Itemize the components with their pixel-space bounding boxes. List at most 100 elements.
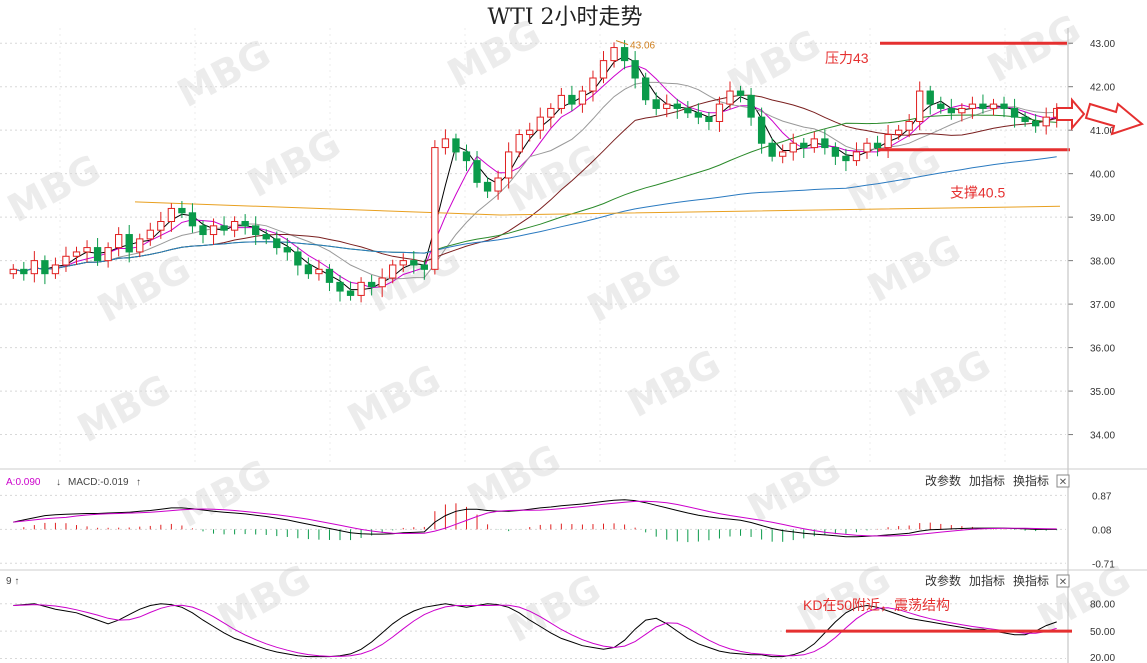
candlestick xyxy=(167,203,176,232)
candlestick xyxy=(325,264,334,292)
tick-label: 20.00 xyxy=(1090,653,1115,663)
candlestick xyxy=(863,138,871,159)
tick-label: 0.08 xyxy=(1092,525,1112,536)
candlestick xyxy=(336,274,344,302)
resistance-label: 压力43 xyxy=(825,50,869,66)
peak-pointer xyxy=(615,40,629,46)
kdj-label: 9 ↑ xyxy=(6,576,19,587)
candlestick xyxy=(842,148,850,172)
candlestick xyxy=(568,85,576,112)
candlestick xyxy=(631,51,639,89)
tick-label: 42.00 xyxy=(1090,83,1115,94)
tick-label: 37.00 xyxy=(1090,300,1115,311)
candlestick xyxy=(810,131,818,153)
watermark-text: MBG xyxy=(240,121,347,206)
watermark-text: MBG xyxy=(210,556,317,641)
candlestick xyxy=(800,138,808,159)
macd-dea-line xyxy=(13,500,1057,537)
tick-label: 80.00 xyxy=(1090,600,1115,611)
tick-label: -0.71 xyxy=(1092,559,1115,570)
change-params-button-kdj[interactable]: 改参数 xyxy=(925,573,961,588)
watermark-text: MBG xyxy=(360,236,467,321)
candlestick xyxy=(652,92,660,116)
candlestick xyxy=(9,264,17,279)
change-params-button-macd[interactable]: 改参数 xyxy=(925,473,961,488)
candlestick xyxy=(230,216,239,238)
swap-indicator-button-macd[interactable]: 换指标 xyxy=(1013,473,1049,488)
macd-grid xyxy=(0,494,1066,564)
tick-label: 40.00 xyxy=(1090,170,1115,181)
peak-label: 43.06 xyxy=(630,41,655,52)
candlestick xyxy=(673,98,681,119)
candlestick xyxy=(979,94,987,114)
candlestick xyxy=(1031,114,1040,133)
candlestick xyxy=(852,142,861,166)
tick-label: 36.00 xyxy=(1090,344,1115,355)
watermark-text: MBG xyxy=(340,356,447,441)
candlestick xyxy=(294,246,302,276)
candlestick xyxy=(346,281,355,301)
candlestick xyxy=(441,129,450,155)
candlestick xyxy=(684,101,692,119)
macd-label-value: A:0.090 xyxy=(6,477,41,488)
watermark-text: MBG xyxy=(860,226,967,311)
candlestick xyxy=(62,246,70,272)
watermark-text: MBG xyxy=(460,436,567,521)
candlestick xyxy=(241,214,249,235)
macd-dif-line xyxy=(13,499,1057,538)
watermark-text: MBG xyxy=(720,21,827,106)
candlestick xyxy=(20,261,28,281)
watermark-text: MBG xyxy=(580,246,687,331)
watermark-text: MBG xyxy=(890,341,997,426)
kdj-axis: 80.00 50.00 20.00 xyxy=(1090,600,1115,663)
watermark-text: MBG xyxy=(170,451,277,536)
candlestick xyxy=(937,96,945,114)
candlestick xyxy=(115,227,123,257)
watermark-text: MBG xyxy=(980,6,1087,91)
tick-label: 0.87 xyxy=(1092,491,1112,502)
add-indicator-button-kdj[interactable]: 加指标 xyxy=(969,573,1005,588)
macd-lines xyxy=(13,499,1057,538)
candlestick xyxy=(578,85,587,113)
swap-indicator-button-kdj[interactable]: 换指标 xyxy=(1013,573,1049,588)
candlestick xyxy=(926,85,934,115)
close-icon[interactable]: ✕ xyxy=(1056,474,1070,488)
watermark-text: MBG xyxy=(740,446,847,531)
candlestick xyxy=(610,42,618,68)
candlestick xyxy=(188,203,197,233)
candlestick xyxy=(199,220,207,244)
arrow-right-icon xyxy=(1056,97,1086,131)
candlestick xyxy=(483,177,492,199)
watermark-text: MBG xyxy=(70,366,177,451)
candlestick xyxy=(526,122,534,142)
candlestick xyxy=(694,103,703,125)
watermark-text: MBG xyxy=(620,341,727,426)
candlestick xyxy=(642,72,650,105)
candlestick xyxy=(252,216,260,245)
candlestick xyxy=(1000,96,1008,118)
arrow-up-icon: ↑ xyxy=(136,477,141,488)
candlestick xyxy=(536,107,544,139)
watermark-text: MBG xyxy=(500,566,607,651)
candlestick xyxy=(494,170,502,200)
macd-axis: 0.87 0.08 -0.71 xyxy=(1092,491,1115,570)
tick-label: 34.00 xyxy=(1090,431,1115,442)
candlestick xyxy=(452,133,460,161)
candlestick xyxy=(831,142,840,165)
candlestick xyxy=(1042,107,1050,135)
candlestick xyxy=(104,242,112,268)
candlestick xyxy=(947,98,955,120)
tick-label: 39.00 xyxy=(1090,213,1115,224)
add-indicator-button-macd[interactable]: 加指标 xyxy=(969,473,1005,488)
svg-text:✕: ✕ xyxy=(1059,477,1067,488)
chart: WTI 2小时走势 MBG MBG MBG MBGMBG MBG MBG MBGMBG MBG… xyxy=(0,5,1147,663)
support-label: 支撑40.5 xyxy=(950,185,1005,201)
moving-average-line xyxy=(134,201,1061,216)
close-icon[interactable]: ✕ xyxy=(1056,574,1070,588)
tick-label: 35.00 xyxy=(1090,387,1115,398)
candlestick xyxy=(989,98,998,116)
candlestick xyxy=(894,124,903,140)
macd-label-macd: MACD:-0.019 xyxy=(68,477,129,488)
svg-text:✕: ✕ xyxy=(1059,577,1067,588)
arrow-down-icon: ↓ xyxy=(56,477,61,488)
